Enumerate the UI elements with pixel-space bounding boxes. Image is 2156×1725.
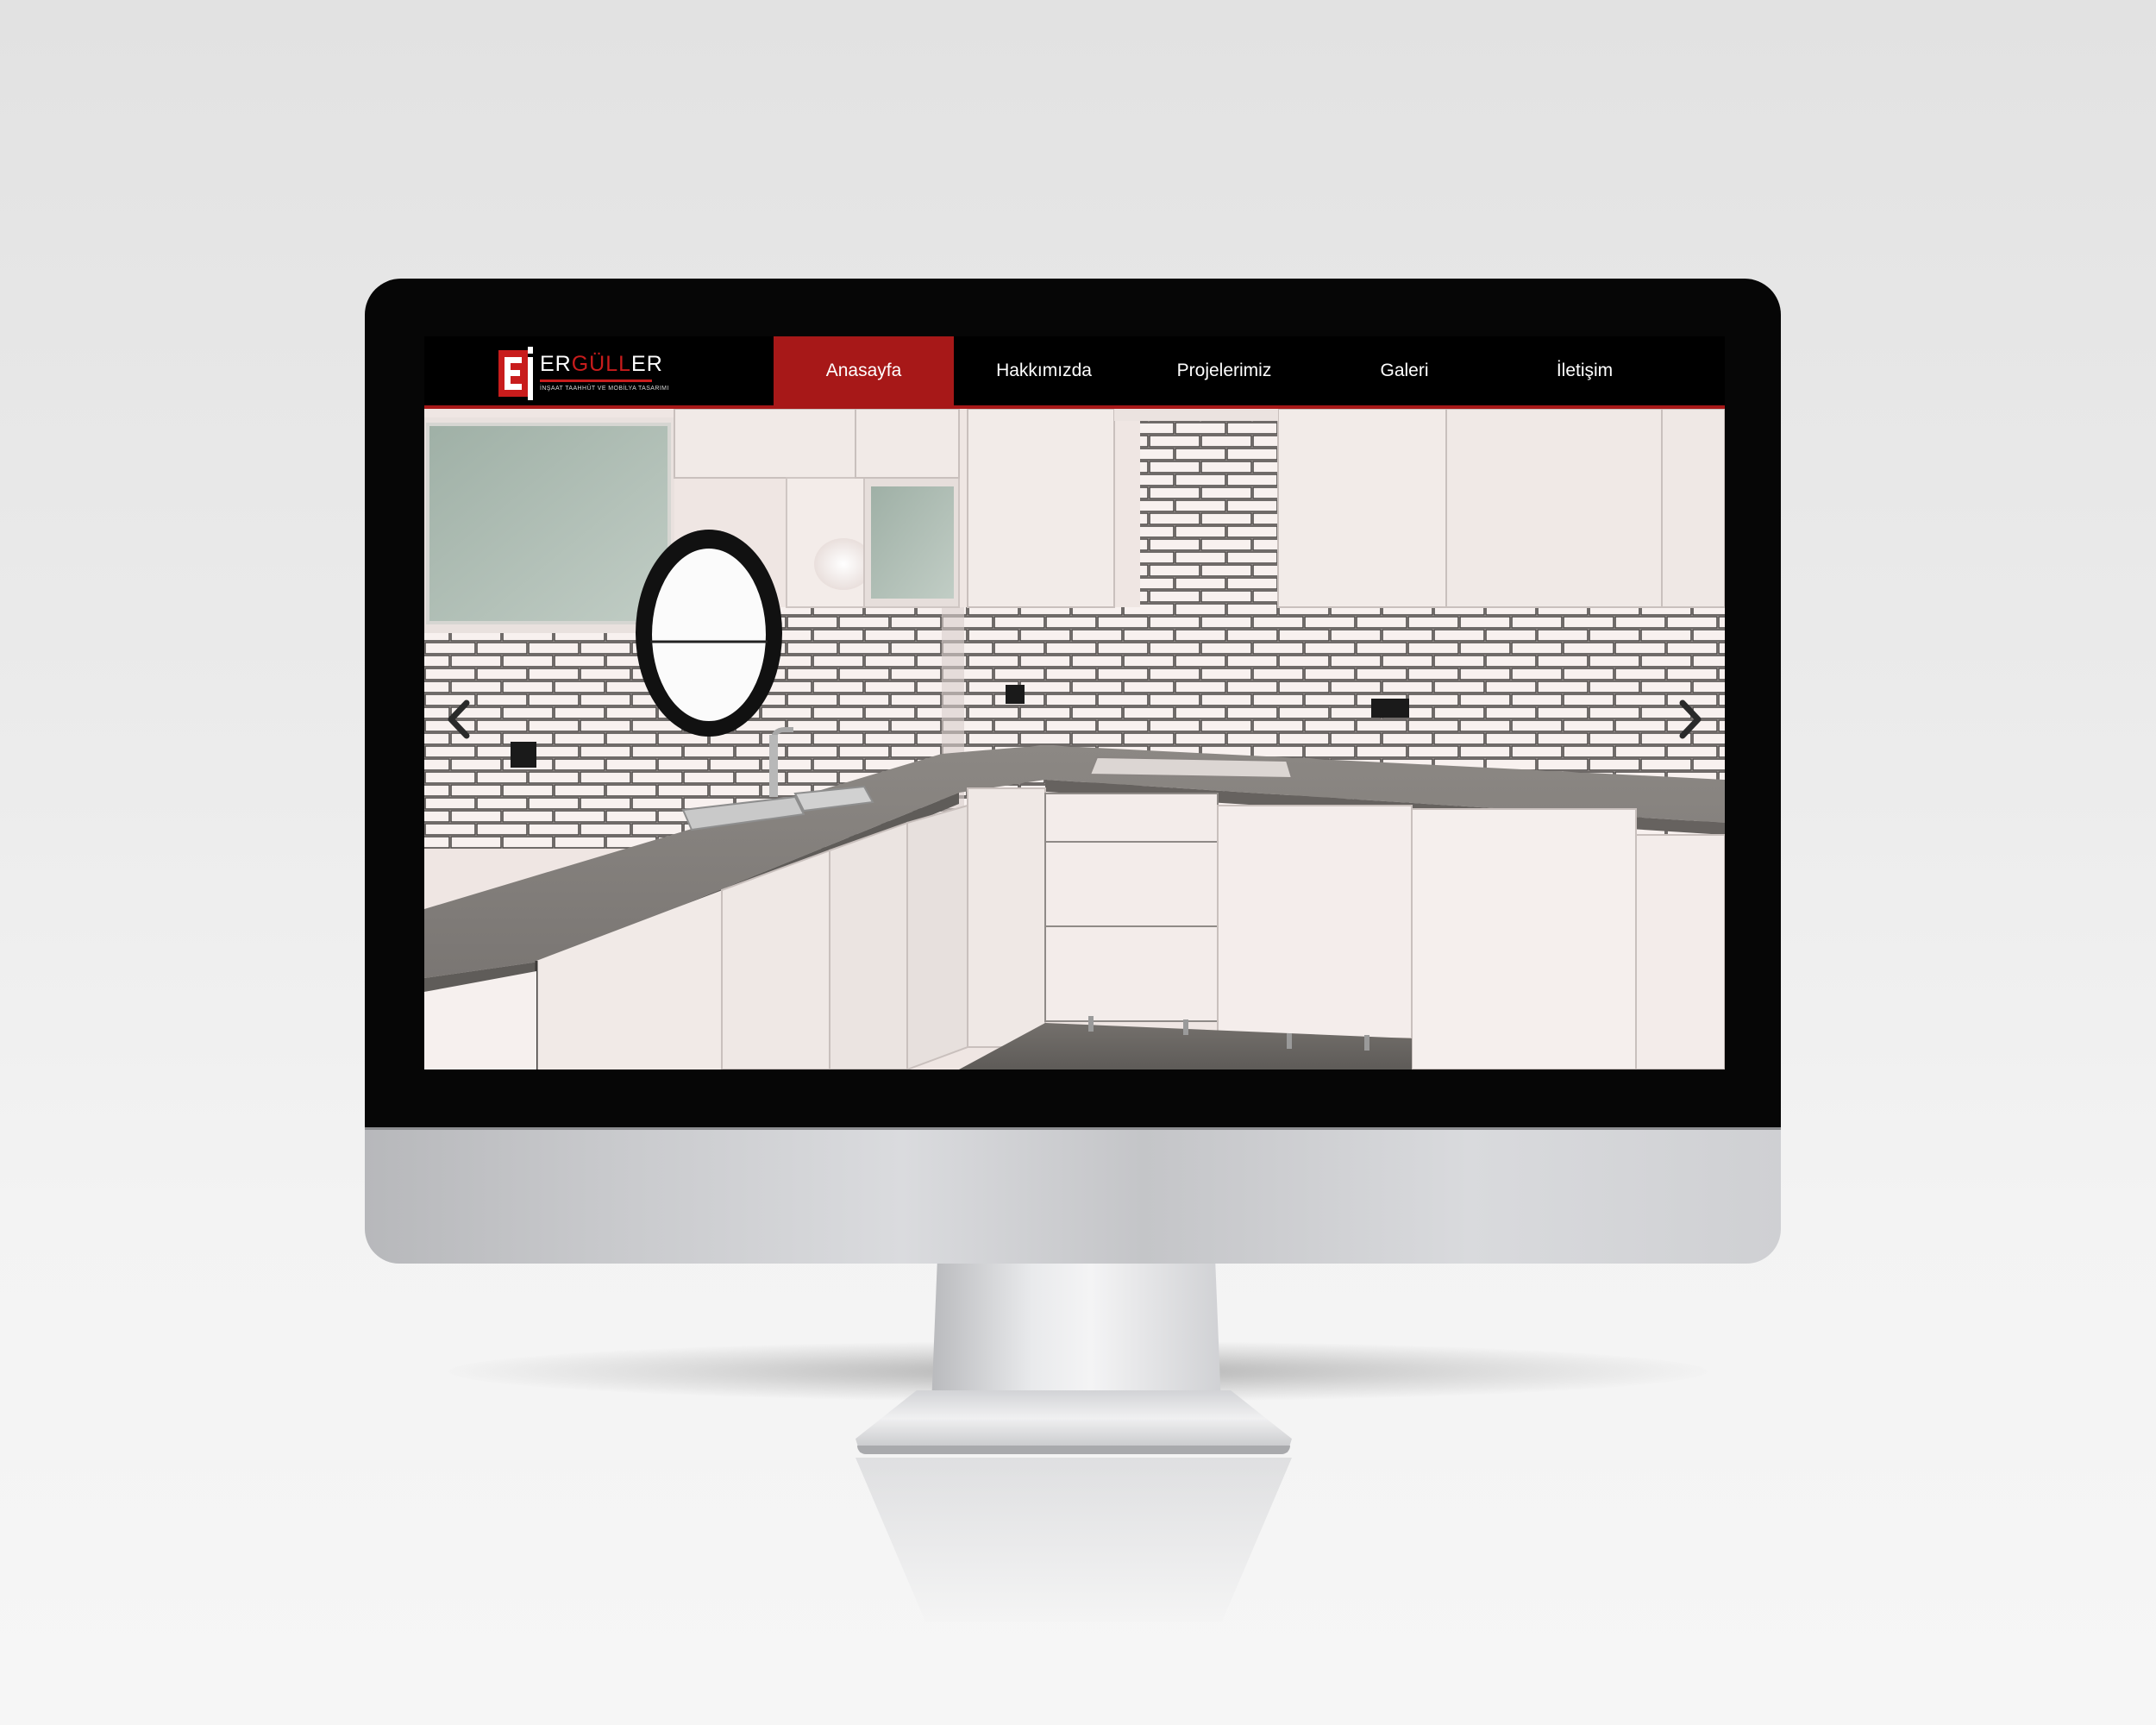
brand-tagline: İNŞAAT TAAHHÜT VE MOBİLYA TASARIMI <box>540 386 669 392</box>
monitor-stand-base-edge <box>857 1446 1290 1454</box>
monitor-stand-neck <box>931 1264 1221 1406</box>
site-header: ERGÜLLER İNŞAAT TAAHHÜT VE MOBİLYA TASAR… <box>424 336 1725 405</box>
main-nav: Anasayfa Hakkımızda Projelerimiz Galeri … <box>774 336 1675 405</box>
hero-slider <box>424 409 1725 1070</box>
slider-prev-button[interactable] <box>438 695 479 743</box>
nav-item-hakkimizda[interactable]: Hakkımızda <box>954 336 1134 405</box>
chevron-left-icon <box>448 699 470 739</box>
monitor-stand-base <box>856 1390 1292 1452</box>
brand-name: ERGÜLLER <box>540 352 663 376</box>
brand-logo[interactable]: ERGÜLLER İNŞAAT TAAHHÜT VE MOBİLYA TASAR… <box>498 347 671 400</box>
nav-item-iletisim[interactable]: İletişim <box>1495 336 1675 405</box>
logo-mark-icon <box>498 347 533 400</box>
stand-reflection <box>856 1458 1292 1622</box>
nav-item-anasayfa[interactable]: Anasayfa <box>774 336 954 405</box>
nav-item-galeri[interactable]: Galeri <box>1314 336 1495 405</box>
website-screen: ERGÜLLER İNŞAAT TAAHHÜT VE MOBİLYA TASAR… <box>424 336 1725 1070</box>
kitchen-slide-image <box>424 409 1725 1070</box>
brand-underline <box>540 380 652 382</box>
slider-next-button[interactable] <box>1670 695 1711 743</box>
nav-item-projelerimiz[interactable]: Projelerimiz <box>1134 336 1314 405</box>
monitor-chin <box>365 1127 1781 1264</box>
chevron-right-icon <box>1679 699 1702 739</box>
